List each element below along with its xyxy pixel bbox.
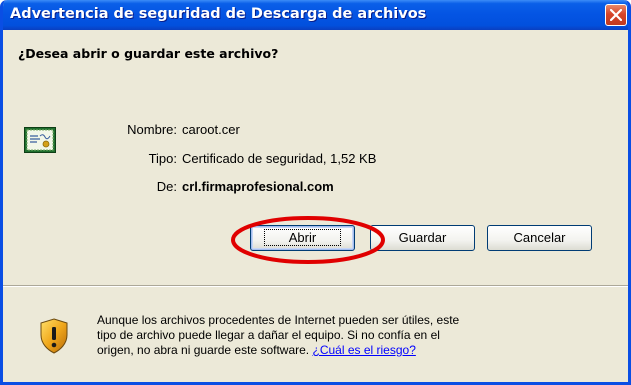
dialog-question: ¿Desea abrir o guardar este archivo?	[18, 46, 279, 61]
cancel-button[interactable]: Cancelar	[487, 225, 592, 251]
file-name-value: caroot.cer	[182, 122, 240, 137]
shield-warning-icon	[40, 318, 68, 354]
divider	[3, 285, 628, 287]
download-security-dialog: Advertencia de seguridad de Descarga de …	[0, 0, 631, 385]
warning-line-1: Aunque los archivos procedentes de Inter…	[97, 313, 460, 327]
file-source-value: crl.firmaprofesional.com	[182, 179, 334, 194]
save-button[interactable]: Guardar	[370, 225, 475, 251]
warning-line-3-text: origen, no abra ni guarde este software.	[97, 343, 310, 357]
warning-line-3: origen, no abra ni guarde este software.…	[97, 343, 567, 358]
file-type-label: Tipo:	[148, 151, 177, 166]
warning-message: Aunque los archivos procedentes de Inter…	[97, 313, 567, 358]
certificate-icon	[24, 127, 56, 153]
open-button-label: Abrir	[263, 229, 342, 246]
close-button[interactable]	[605, 4, 627, 26]
file-type-value: Certificado de seguridad, 1,52 KB	[182, 151, 377, 166]
open-button[interactable]: Abrir	[250, 225, 355, 251]
warning-line-2: tipo de archivo puede llegar a dañar el …	[97, 328, 440, 342]
window-title: Advertencia de seguridad de Descarga de …	[10, 6, 427, 22]
risk-link[interactable]: ¿Cuál es el riesgo?	[312, 343, 415, 357]
file-source-label: De:	[156, 179, 177, 194]
file-name-label: Nombre:	[127, 122, 177, 137]
title-bar[interactable]: Advertencia de seguridad de Descarga de …	[3, 0, 628, 30]
close-icon	[610, 9, 622, 21]
